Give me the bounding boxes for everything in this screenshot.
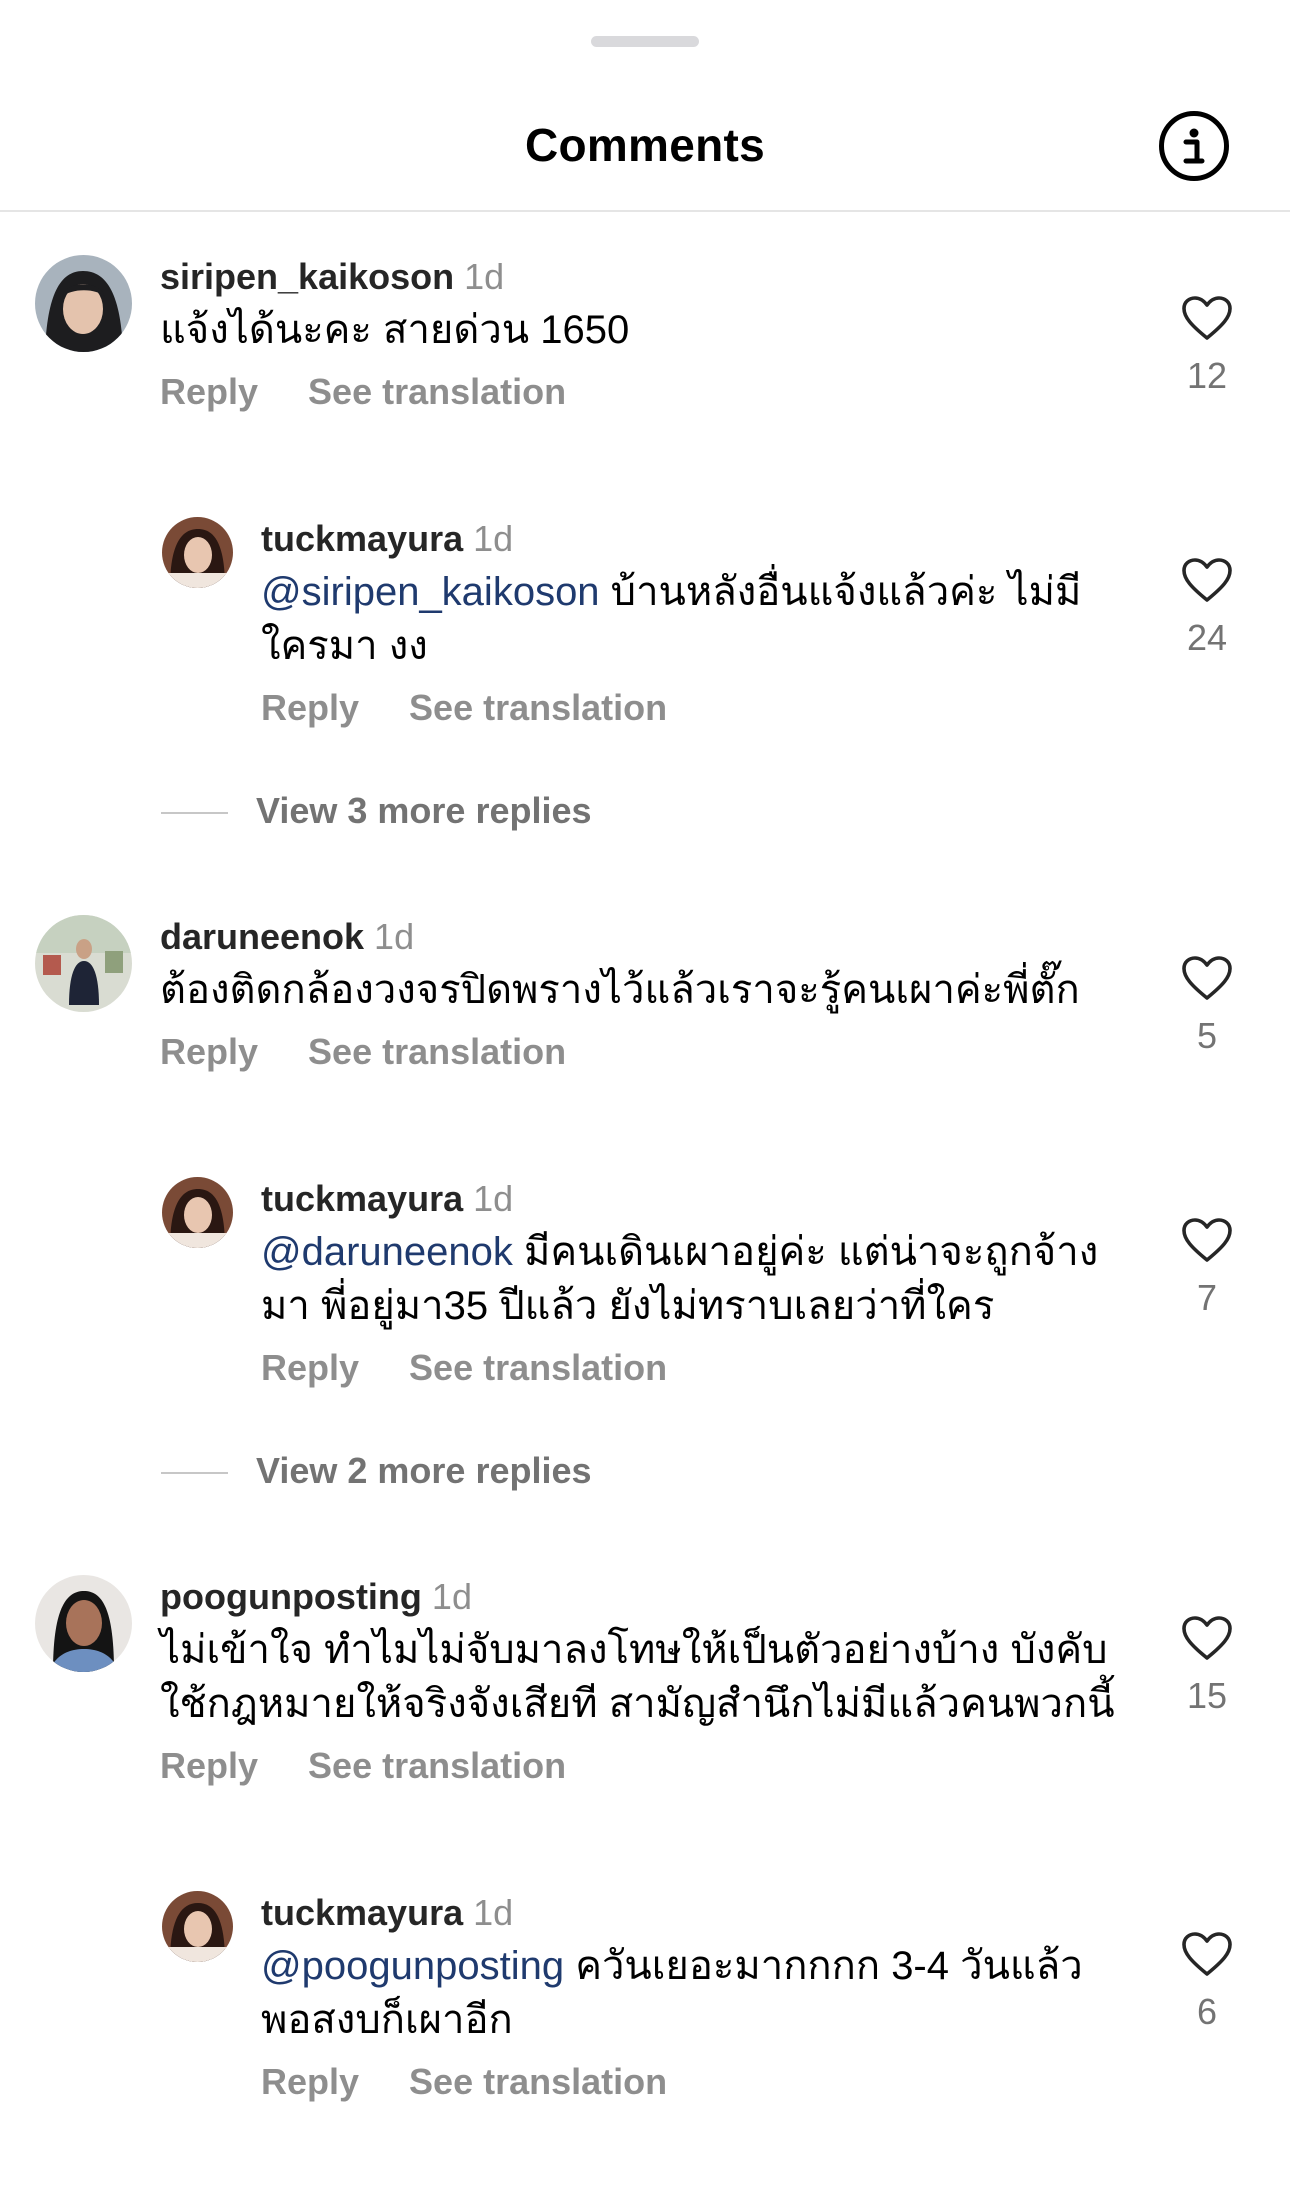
- comment-body: tuckmayura 1d @poogunposting ควันเยอะมากก…: [261, 1891, 1130, 2103]
- comment-text: ไม่เข้าใจ ทำไมไม่จับมาลงโทษให้เป็นตัวอย่…: [160, 1628, 1115, 1726]
- header: Comments: [0, 60, 1290, 210]
- like-control: 5: [1172, 955, 1242, 1057]
- comment-time: 1d: [464, 256, 505, 297]
- page-title: Comments: [524, 119, 766, 171]
- like-count: 15: [1186, 1675, 1228, 1716]
- divider-line: [161, 812, 228, 815]
- reply-button[interactable]: Reply: [160, 371, 258, 412]
- username[interactable]: tuckmayura: [261, 1178, 463, 1219]
- avatar[interactable]: [35, 915, 132, 1012]
- like-count: 7: [1196, 1277, 1218, 1318]
- comment-text: @siripen_kaikoson บ้านหลังอื่นแจ้งแล้วค่…: [261, 570, 1082, 668]
- comment-time: 1d: [374, 916, 415, 957]
- header-divider: [0, 210, 1290, 212]
- mention-link[interactable]: @daruneenok: [261, 1230, 513, 1274]
- like-control: 7: [1172, 1217, 1242, 1319]
- heart-icon[interactable]: [1181, 1217, 1233, 1263]
- avatar[interactable]: [35, 1575, 132, 1672]
- comment-text: @daruneenok มีคนเดินเผาอยู่ค่ะ แต่น่าจะถ…: [261, 1230, 1099, 1328]
- like-control: 12: [1172, 295, 1242, 397]
- comment-body: poogunposting 1d ไม่เข้าใจ ทำไมไม่จับมาลง…: [160, 1575, 1130, 1787]
- comment-time: 1d: [431, 1576, 472, 1617]
- comment-body: tuckmayura 1d @siripen_kaikoson บ้านหลังอ…: [261, 517, 1130, 729]
- like-control: 6: [1172, 1931, 1242, 2033]
- like-count: 24: [1186, 617, 1228, 658]
- heart-icon[interactable]: [1181, 955, 1233, 1001]
- heart-icon[interactable]: [1181, 557, 1233, 603]
- like-control: 24: [1172, 557, 1242, 659]
- avatar[interactable]: [162, 1177, 233, 1248]
- see-translation-button[interactable]: See translation: [308, 1031, 566, 1072]
- view-more-replies[interactable]: View 3 more replies: [161, 790, 592, 832]
- username[interactable]: siripen_kaikoson: [160, 256, 454, 297]
- divider-line: [161, 1472, 228, 1475]
- like-control: 15: [1172, 1615, 1242, 1717]
- heart-icon[interactable]: [1181, 1931, 1233, 1977]
- comment-text: @poogunposting ควันเยอะมากกกก 3-4 วันแล้…: [261, 1944, 1083, 2042]
- view-more-replies[interactable]: View 2 more replies: [161, 1450, 592, 1492]
- reply-button[interactable]: Reply: [261, 2061, 359, 2102]
- see-translation-button[interactable]: See translation: [308, 1745, 566, 1786]
- comment-body: siripen_kaikoson 1d แจ้งได้นะคะ สายด่วน 1…: [160, 255, 1130, 413]
- reply-button[interactable]: Reply: [160, 1745, 258, 1786]
- info-icon[interactable]: [1159, 111, 1229, 181]
- see-translation-button[interactable]: See translation: [409, 687, 667, 728]
- mention-link[interactable]: @siripen_kaikoson: [261, 570, 600, 614]
- avatar[interactable]: [35, 255, 132, 352]
- comment-body: tuckmayura 1d @daruneenok มีคนเดินเผาอยู่…: [261, 1177, 1130, 1389]
- see-translation-button[interactable]: See translation: [409, 2061, 667, 2102]
- see-translation-button[interactable]: See translation: [409, 1347, 667, 1388]
- comment-time: 1d: [473, 1178, 514, 1219]
- comment-text: ต้องติดกล้องวงจรปิดพรางไว้แล้วเราจะรู้คน…: [160, 968, 1080, 1012]
- comment-time: 1d: [473, 518, 514, 559]
- username[interactable]: daruneenok: [160, 916, 364, 957]
- comment-time: 1d: [473, 1892, 514, 1933]
- comment-text: แจ้งได้นะคะ สายด่วน 1650: [160, 308, 630, 352]
- reply-button[interactable]: Reply: [261, 1347, 359, 1388]
- sheet-grabber[interactable]: [591, 36, 699, 47]
- like-count: 6: [1196, 1991, 1218, 2032]
- username[interactable]: tuckmayura: [261, 518, 463, 559]
- username[interactable]: poogunposting: [160, 1576, 422, 1617]
- avatar[interactable]: [162, 517, 233, 588]
- avatar[interactable]: [162, 1891, 233, 1962]
- reply-button[interactable]: Reply: [261, 687, 359, 728]
- comment-body: daruneenok 1d ต้องติดกล้องวงจรปิดพรางไว้แ…: [160, 915, 1130, 1073]
- reply-button[interactable]: Reply: [160, 1031, 258, 1072]
- heart-icon[interactable]: [1181, 295, 1233, 341]
- see-translation-button[interactable]: See translation: [308, 371, 566, 412]
- mention-link[interactable]: @poogunposting: [261, 1944, 564, 1988]
- username[interactable]: tuckmayura: [261, 1892, 463, 1933]
- comments-sheet: Comments siripen_kaikoson 1d แจ้งได้นะคะ …: [0, 0, 1290, 2187]
- like-count: 12: [1186, 355, 1228, 396]
- like-count: 5: [1196, 1015, 1218, 1056]
- heart-icon[interactable]: [1181, 1615, 1233, 1661]
